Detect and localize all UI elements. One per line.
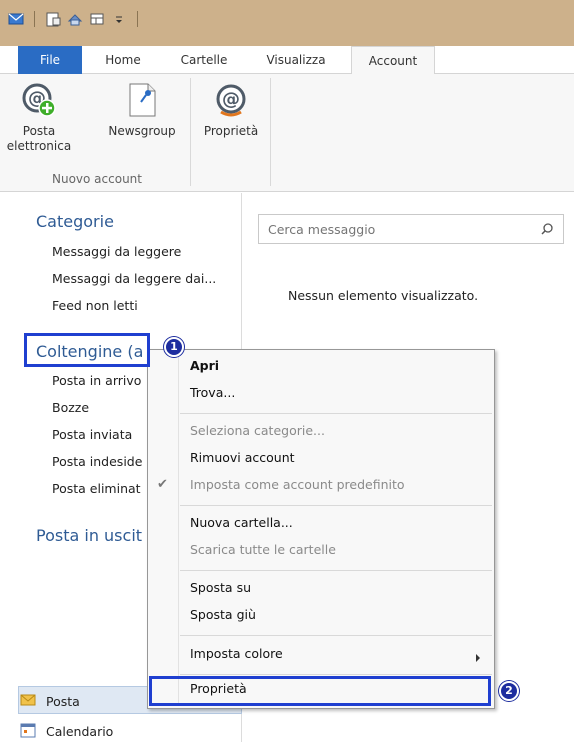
quick-access-toolbar — [8, 11, 142, 27]
menu-separator — [180, 635, 492, 636]
app-mail-icon[interactable] — [8, 11, 24, 27]
folder-item[interactable]: Bozze — [52, 400, 89, 415]
menu-item-set-default: Imposta come account predefinito — [190, 477, 405, 492]
email-account-label-line1: Posta — [22, 124, 56, 138]
layout-icon[interactable] — [89, 11, 105, 27]
calendar-icon — [20, 722, 36, 741]
highlight-account — [24, 333, 150, 367]
menu-item-find[interactable]: Trova... — [190, 385, 235, 400]
nav-calendar-label: Calendario — [46, 724, 114, 739]
email-account-button[interactable]: @ Posta elettronica — [6, 82, 72, 154]
email-account-icon: @ — [21, 82, 57, 118]
nav-mail[interactable]: Posta — [20, 692, 80, 711]
checkmark-icon: ✔ — [157, 477, 168, 492]
properties-icon: @ — [213, 82, 249, 118]
menu-item-remove-account[interactable]: Rimuovi account — [190, 450, 295, 465]
tab-visualizza[interactable]: Visualizza — [254, 46, 338, 74]
folder-item[interactable]: Posta indeside — [52, 454, 142, 469]
title-bar — [0, 0, 574, 46]
menu-item-move-down[interactable]: Sposta giù — [190, 607, 256, 622]
menu-separator — [180, 674, 492, 675]
search-icon[interactable] — [541, 223, 553, 235]
category-item[interactable]: Feed non letti — [52, 298, 138, 313]
menu-separator — [180, 570, 492, 571]
newsgroup-icon — [124, 82, 160, 118]
menu-separator — [180, 505, 492, 506]
group-separator — [190, 78, 191, 186]
svg-text:@: @ — [222, 89, 240, 110]
category-item[interactable]: Messaggi da leggere — [52, 244, 181, 259]
mail-icon — [20, 692, 36, 711]
tab-file[interactable]: File — [18, 46, 82, 74]
category-item[interactable]: Messaggi da leggere dai... — [52, 271, 216, 286]
nav-mail-label: Posta — [46, 694, 80, 709]
properties-button[interactable]: @ Proprietà — [196, 82, 266, 139]
folder-item[interactable]: Posta in arrivo — [52, 373, 141, 388]
email-account-label-line2: elettronica — [6, 139, 72, 153]
account-context-menu: Apri Trova... Seleziona categorie... Rim… — [147, 349, 495, 709]
ribbon: @ Posta elettronica Newsgroup @ Propriet… — [0, 74, 574, 192]
step-badge-1: 1 — [164, 337, 184, 357]
ribbon-tabs: File Home Cartelle Visualizza Account — [0, 46, 574, 75]
properties-label: Proprietà — [203, 124, 259, 138]
ribbon-group-label: Nuovo account — [52, 172, 142, 186]
newsgroup-button[interactable]: Newsgroup — [100, 82, 184, 139]
message-search-box[interactable] — [258, 214, 564, 244]
categories-title[interactable]: Categorie — [36, 212, 114, 231]
group-separator — [270, 78, 271, 186]
menu-item-open[interactable]: Apri — [190, 358, 219, 373]
submenu-arrow-icon — [476, 654, 480, 662]
step-badge-2: 2 — [499, 681, 519, 701]
search-input[interactable] — [259, 215, 519, 243]
customize-toolbar-icon[interactable] — [111, 11, 127, 27]
menu-item-move-up[interactable]: Sposta su — [190, 580, 251, 595]
outbox-title[interactable]: Posta in uscit — [36, 526, 142, 545]
folder-item[interactable]: Posta eliminat — [52, 481, 141, 496]
send-receive-icon[interactable] — [67, 11, 83, 27]
menu-separator — [180, 413, 492, 414]
toolbar-separator — [34, 11, 35, 27]
nav-calendar[interactable]: Calendario — [20, 722, 113, 741]
empty-list-message: Nessun elemento visualizzato. — [288, 288, 479, 303]
toolbar-separator — [137, 11, 138, 27]
new-message-icon[interactable] — [45, 11, 61, 27]
folder-item[interactable]: Posta inviata — [52, 427, 132, 442]
tab-home[interactable]: Home — [94, 46, 152, 74]
menu-item-new-folder[interactable]: Nuova cartella... — [190, 515, 293, 530]
tab-cartelle[interactable]: Cartelle — [168, 46, 240, 74]
menu-item-download-folders: Scarica tutte le cartelle — [190, 542, 336, 557]
newsgroup-label: Newsgroup — [108, 124, 176, 138]
tab-account[interactable]: Account — [351, 46, 435, 75]
menu-item-set-color[interactable]: Imposta colore — [190, 646, 283, 661]
menu-gutter — [178, 352, 179, 706]
menu-item-select-categories: Seleziona categorie... — [190, 423, 325, 438]
highlight-properties — [149, 676, 491, 706]
